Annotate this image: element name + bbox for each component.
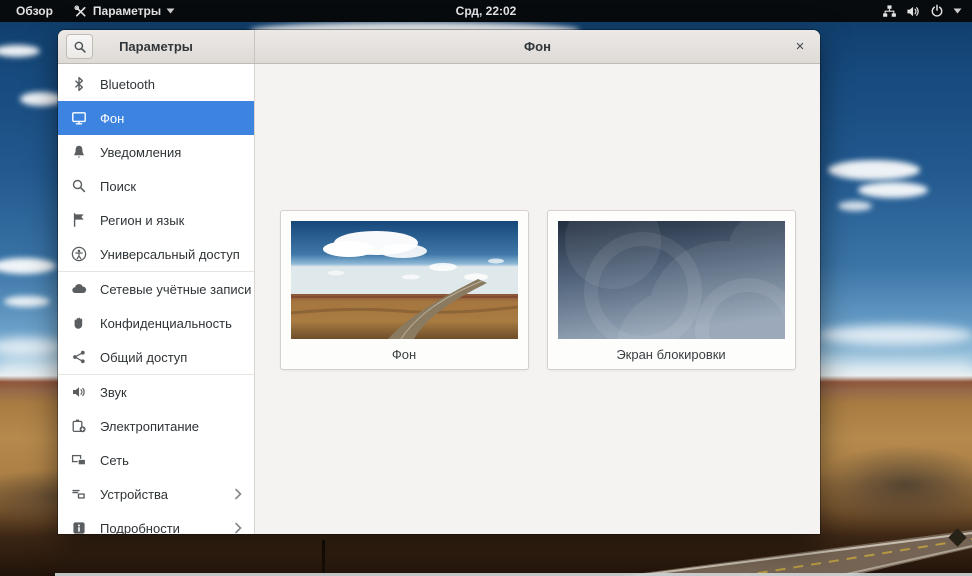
chevron-right-icon [232, 487, 244, 501]
sidebar-item-sound[interactable]: Звук [58, 375, 254, 409]
volume-icon [906, 4, 921, 19]
sidebar-item-devices[interactable]: Устройства [58, 477, 254, 511]
bluetooth-icon [71, 76, 87, 92]
titlebar[interactable]: Параметры Фон × [58, 30, 820, 64]
sidebar-item-online-accounts[interactable]: Сетевые учётные записи [58, 272, 254, 306]
sidebar-item-label: Электропитание [100, 418, 199, 434]
road-sign-pole [322, 540, 325, 574]
cloud [858, 182, 928, 198]
sidebar-item-notifications[interactable]: Уведомления [58, 135, 254, 169]
gnome-top-bar: Обзор Параметры Срд, 22:02 [0, 0, 972, 22]
sidebar-item-label: Конфиденциальность [100, 315, 232, 331]
sidebar-item-details[interactable]: Подробности [58, 511, 254, 534]
hand-icon [71, 315, 87, 331]
sidebar-item-label: Универсальный доступ [100, 246, 240, 262]
background-panel: Фон Экран блокировки [255, 64, 820, 534]
search-icon [74, 41, 86, 53]
lock-screen-thumbnail [557, 221, 785, 339]
sidebar-item-privacy[interactable]: Конфиденциальность [58, 306, 254, 340]
clock-button[interactable]: Срд, 22:02 [456, 4, 517, 18]
cloud [4, 296, 50, 307]
cloud [0, 338, 62, 356]
app-menu-button[interactable]: Параметры [73, 4, 175, 19]
bell-icon [71, 144, 87, 160]
search-icon [71, 178, 87, 194]
power-icon [930, 4, 944, 18]
close-button[interactable]: × [789, 36, 811, 58]
sidebar-item-label: Устройства [100, 486, 169, 502]
caret-down-icon [166, 8, 175, 14]
cloud [828, 160, 920, 180]
cloud-icon [71, 281, 87, 297]
sidebar-item-search[interactable]: Поиск [58, 169, 254, 203]
settings-window: Параметры Фон × Bluetooth Фон Уведомлени… [58, 30, 820, 534]
sidebar-item-label: Поиск [100, 178, 137, 194]
sidebar-item-bluetooth[interactable]: Bluetooth [58, 67, 254, 101]
sidebar-item-label: Фон [100, 110, 125, 126]
devices-icon [71, 486, 87, 502]
cloud [20, 92, 62, 106]
sidebar-item-label: Звук [100, 384, 127, 400]
info-icon [71, 520, 87, 534]
share-icon [71, 349, 87, 365]
cloud [0, 45, 40, 57]
sidebar-item-label: Уведомления [100, 144, 182, 160]
display-icon [71, 110, 87, 126]
network-wired-icon [882, 4, 897, 19]
chevron-right-icon [232, 521, 244, 534]
sidebar-item-label: Сеть [100, 452, 129, 468]
sidebar-item-label: Общий доступ [100, 349, 188, 365]
lock-screen-card-label: Экран блокировки [616, 346, 726, 362]
cloud [818, 325, 972, 345]
panel-header: Фон × [255, 30, 820, 63]
lock-screen-card[interactable]: Экран блокировки [546, 210, 796, 370]
accessibility-icon [71, 246, 87, 262]
sidebar-item-universal-access[interactable]: Универсальный доступ [58, 237, 254, 271]
panel-title: Фон [524, 39, 551, 54]
desert-patch [810, 445, 972, 525]
battery-icon [71, 418, 87, 434]
sidebar-item-label: Подробности [100, 520, 180, 535]
sidebar-item-region-language[interactable]: Регион и язык [58, 203, 254, 237]
sidebar-item-label: Bluetooth [100, 76, 155, 92]
search-button[interactable] [66, 34, 93, 59]
cloud [0, 258, 56, 274]
sidebar-item-label: Сетевые учётные записи [100, 281, 252, 297]
app-menu-label: Параметры [92, 4, 162, 18]
desktop: Обзор Параметры Срд, 22:02 Параметры Фон… [0, 0, 972, 576]
sidebar-item-sharing[interactable]: Общий доступ [58, 340, 254, 374]
cloud [838, 201, 872, 211]
speaker-icon [71, 384, 87, 400]
flag-icon [71, 212, 87, 228]
system-status-menu[interactable] [882, 4, 962, 19]
sidebar-item-background[interactable]: Фон [58, 101, 254, 135]
background-card[interactable]: Фон [279, 210, 529, 370]
network-icon [71, 452, 87, 468]
background-card-label: Фон [391, 346, 417, 362]
tools-icon [73, 4, 88, 19]
sidebar-header: Параметры [58, 30, 255, 63]
settings-sidebar: Bluetooth Фон Уведомления Поиск Регион и… [58, 64, 255, 534]
caret-down-icon [953, 8, 962, 14]
sidebar-item-power[interactable]: Электропитание [58, 409, 254, 443]
activities-button[interactable]: Обзор [10, 4, 59, 18]
sidebar-item-label: Регион и язык [100, 212, 185, 228]
sidebar-item-network[interactable]: Сеть [58, 443, 254, 477]
desert-wallpaper-thumbnail [290, 221, 518, 339]
